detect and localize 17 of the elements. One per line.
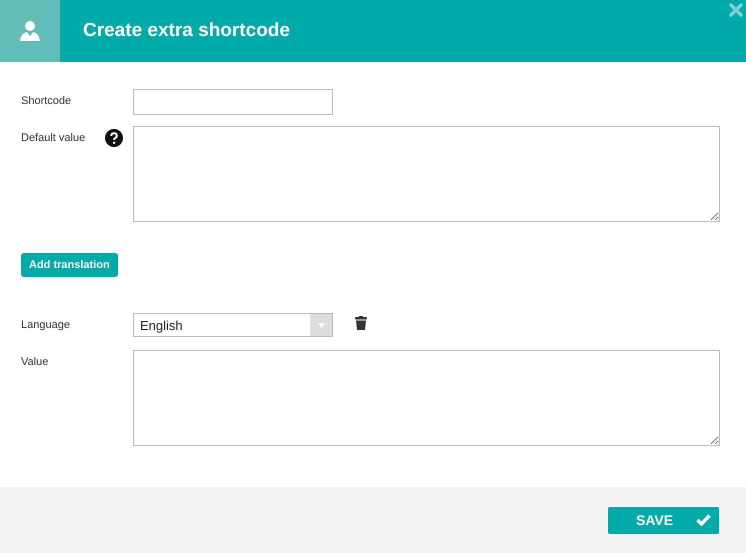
text-area[interactable] — [133, 350, 720, 446]
shortcode-input[interactable] — [133, 89, 333, 115]
check-icon — [696, 514, 711, 526]
text-area[interactable] — [133, 126, 720, 222]
dialog-title: Create extra shortcode — [83, 20, 290, 42]
add-translation-button[interactable]: Add translation — [21, 253, 118, 277]
user-icon — [19, 20, 41, 42]
trash-icon[interactable] — [355, 316, 367, 330]
field-label: Shortcode — [21, 95, 72, 107]
field-label: Value — [21, 356, 48, 368]
help-icon[interactable] — [105, 129, 123, 147]
dropdown-arrow-icon — [318, 322, 324, 328]
save-button[interactable]: SAVE — [608, 506, 719, 534]
field-label: Default value — [21, 132, 86, 144]
close-icon[interactable] — [729, 3, 743, 17]
field-label: Language — [21, 319, 70, 331]
language-select[interactable]: English — [133, 313, 333, 337]
